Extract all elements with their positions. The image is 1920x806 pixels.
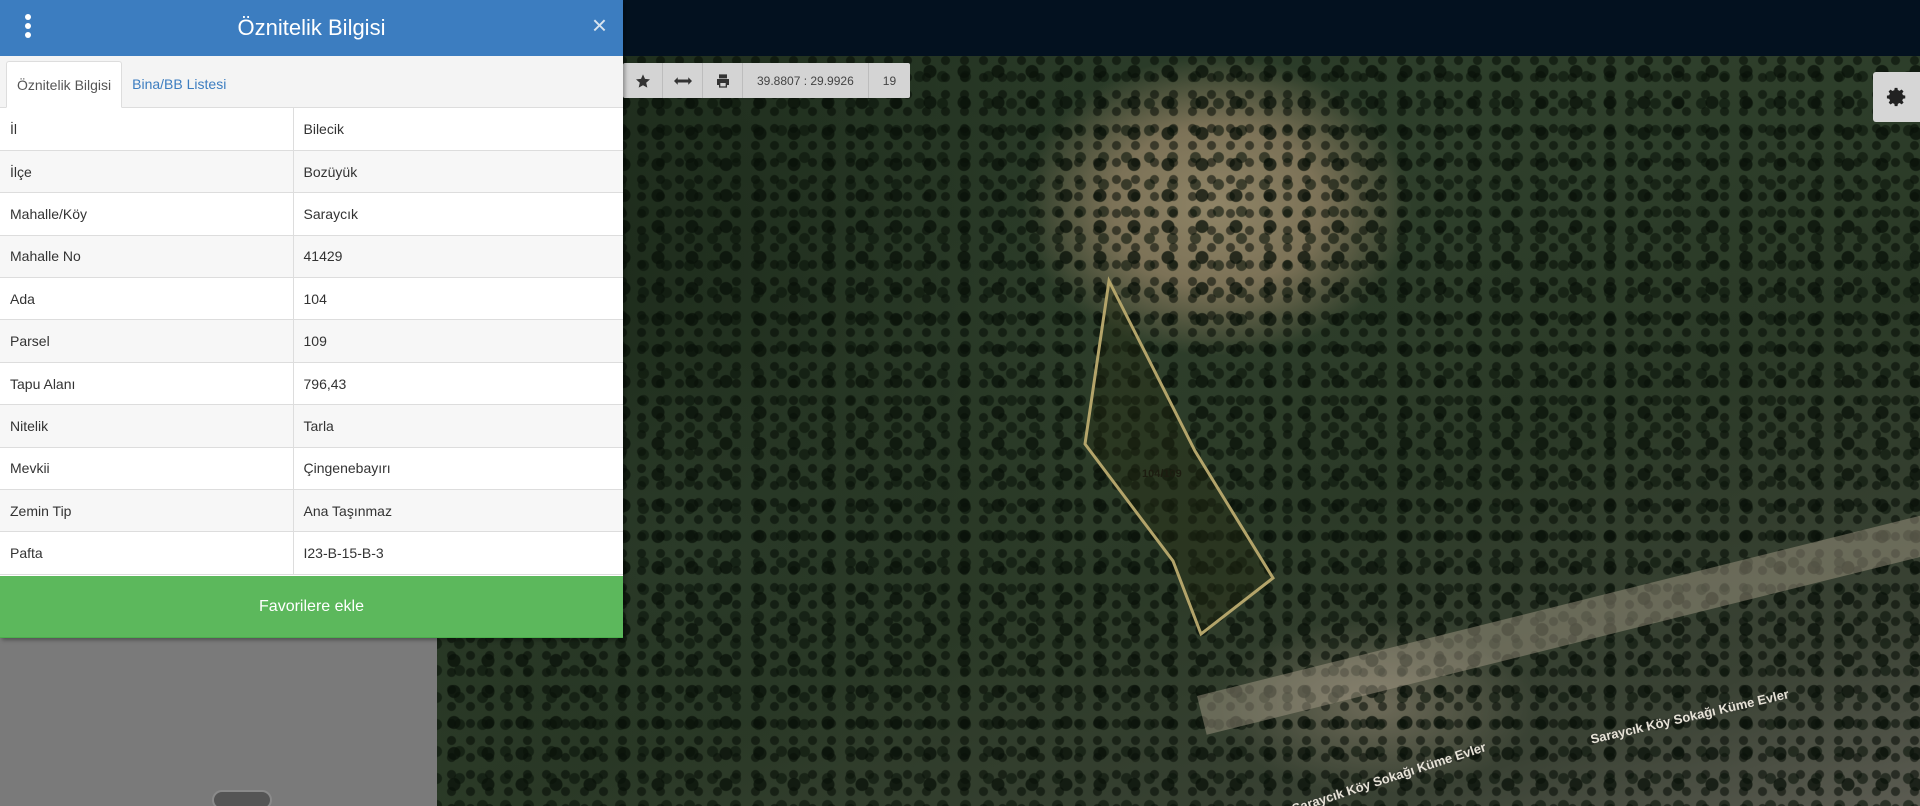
parcel-label: 104/109 [1142, 468, 1182, 480]
row-value: Tarla [293, 404, 623, 448]
row-key: İl [0, 108, 294, 151]
table-row: Tapu Alanı 796,43 [0, 362, 623, 406]
attribute-panel: Öznitelik Bilgisi × Öznitelik Bilgisi Bi… [0, 0, 623, 638]
row-key: Zemin Tip [0, 489, 294, 533]
row-value: Çingenebayırı [293, 447, 623, 491]
zoom-level: 19 [882, 73, 897, 88]
tab-attribute-info[interactable]: Öznitelik Bilgisi [6, 61, 123, 108]
row-value: Ana Taşınmaz [293, 489, 623, 533]
row-key: Mahalle/Köy [0, 192, 294, 236]
left-sidebar-background [0, 620, 437, 806]
map-view[interactable]: 104/109 Saraycık Köy Sokağı Küme Evler S… [437, 56, 1920, 806]
coordinate-readout: 39.8807 : 29.9926 [743, 63, 869, 98]
row-key: Ada [0, 277, 294, 321]
table-row: Mahalle/Köy Saraycık [0, 192, 623, 236]
sidebar-toggle-button[interactable] [212, 790, 272, 806]
table-row: Zemin Tip Ana Taşınmaz [0, 489, 623, 533]
add-to-favorites-button[interactable]: Favorilere ekle [0, 576, 623, 638]
print-icon[interactable] [703, 63, 743, 98]
row-key: Nitelik [0, 404, 294, 448]
gear-icon[interactable] [1873, 72, 1920, 122]
parcel-polygon[interactable] [437, 56, 1920, 806]
row-value: 109 [293, 319, 623, 363]
table-row: İl Bilecik [0, 108, 623, 151]
row-value: 41429 [293, 235, 623, 279]
table-row: Nitelik Tarla [0, 404, 623, 448]
row-value: I23-B-15-B-3 [293, 531, 623, 575]
row-value: Saraycık [293, 192, 623, 236]
row-value: Bozüyük [293, 150, 623, 194]
table-row: Mevkii Çingenebayırı [0, 447, 623, 491]
row-key: Mahalle No [0, 235, 294, 279]
row-key: Pafta [0, 531, 294, 575]
attribute-table: İl Bilecik İlçe Bozüyük Mahalle/Köy Saraycı… [0, 108, 623, 575]
panel-header: Öznitelik Bilgisi × [0, 0, 623, 56]
row-value: 104 [293, 277, 623, 321]
table-row: İlçe Bozüyük [0, 150, 623, 194]
tab-building-list[interactable]: Bina/BB Listesi [122, 60, 236, 107]
table-row: Ada 104 [0, 277, 623, 321]
vertical-ellipsis-icon[interactable] [24, 14, 32, 38]
star-icon[interactable] [623, 63, 663, 98]
table-row: Mahalle No 41429 [0, 235, 623, 279]
row-value: Bilecik [293, 108, 623, 151]
table-row: Parsel 109 [0, 319, 623, 363]
row-key: Mevkii [0, 447, 294, 491]
row-key: Tapu Alanı [0, 362, 294, 406]
row-key: Parsel [0, 319, 294, 363]
row-key: İlçe [0, 150, 294, 194]
measure-icon[interactable] [663, 63, 703, 98]
map-toolbar: 39.8807 : 29.9926 19 [623, 63, 911, 98]
table-row: Pafta I23-B-15-B-3 [0, 531, 623, 575]
panel-title: Öznitelik Bilgisi [237, 15, 386, 40]
close-icon[interactable]: × [592, 12, 607, 38]
panel-tabs: Öznitelik Bilgisi Bina/BB Listesi [0, 56, 623, 108]
row-value: 796,43 [293, 362, 623, 406]
